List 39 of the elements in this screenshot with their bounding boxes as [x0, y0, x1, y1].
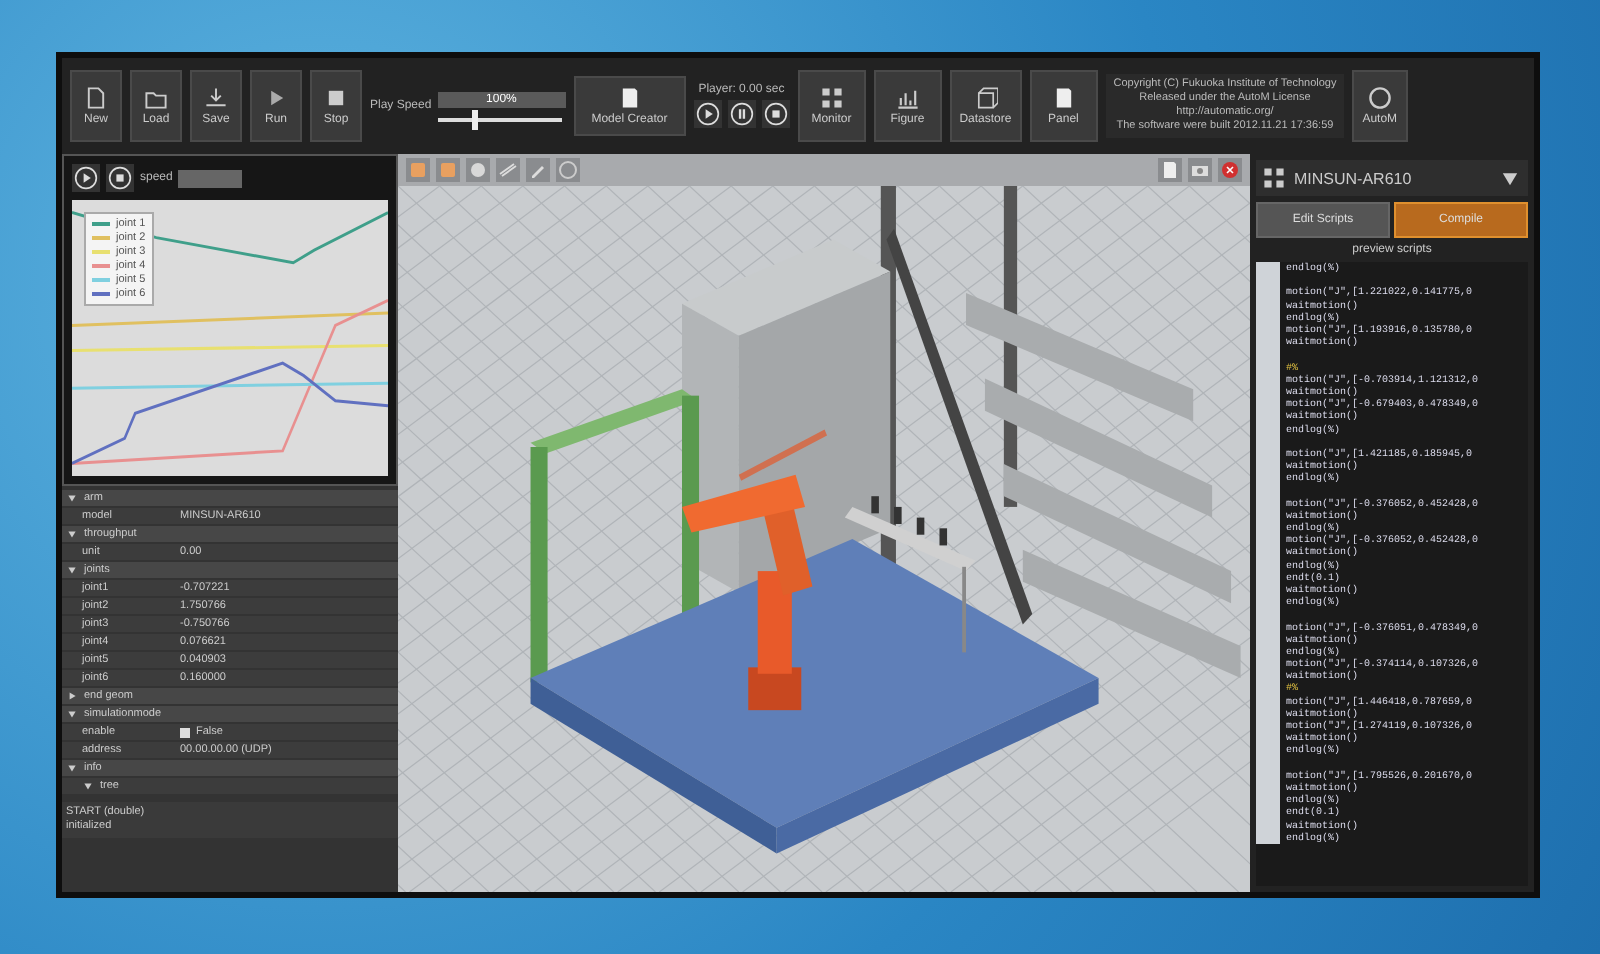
document-icon [84, 86, 108, 110]
square-icon [324, 86, 348, 110]
checkbox[interactable] [180, 727, 190, 737]
pause-icon [729, 102, 754, 126]
camera-icon [1190, 160, 1210, 180]
page-icon [617, 86, 642, 110]
play-button[interactable] [693, 100, 722, 128]
stop-button[interactable] [761, 100, 790, 128]
view-tool-button[interactable] [466, 158, 490, 182]
play-button[interactable] [72, 164, 100, 192]
close-icon [1220, 160, 1240, 180]
page-icon [1160, 160, 1180, 180]
sphere-icon [468, 160, 488, 180]
page-button[interactable] [1158, 158, 1182, 182]
cube-icon [973, 86, 998, 110]
ruler-icon [498, 160, 518, 180]
close-button[interactable] [1218, 158, 1242, 182]
play-icon [74, 166, 98, 190]
play-icon [695, 102, 720, 126]
slider-thumb[interactable] [472, 109, 479, 129]
download-icon [204, 86, 228, 110]
view-tool-button[interactable] [496, 158, 520, 182]
circle-icon [558, 160, 578, 180]
view-tool-button[interactable] [556, 158, 580, 182]
grid-icon [819, 86, 844, 110]
view-tool-button[interactable] [526, 158, 550, 182]
page-icon [1051, 86, 1076, 110]
speed-field[interactable] [178, 169, 243, 187]
robot-selector[interactable]: MINSUN-AR610 [1256, 160, 1528, 196]
stop-button[interactable] [106, 164, 134, 192]
pencil-icon [528, 160, 548, 180]
stop-icon [763, 102, 788, 126]
grid-icon [1262, 166, 1286, 190]
stop-icon [108, 166, 132, 190]
circle-icon [1367, 86, 1392, 110]
folder-icon [144, 86, 168, 110]
pause-button[interactable] [727, 100, 756, 128]
chart-icon [895, 86, 920, 110]
camera-button[interactable] [1188, 158, 1212, 182]
